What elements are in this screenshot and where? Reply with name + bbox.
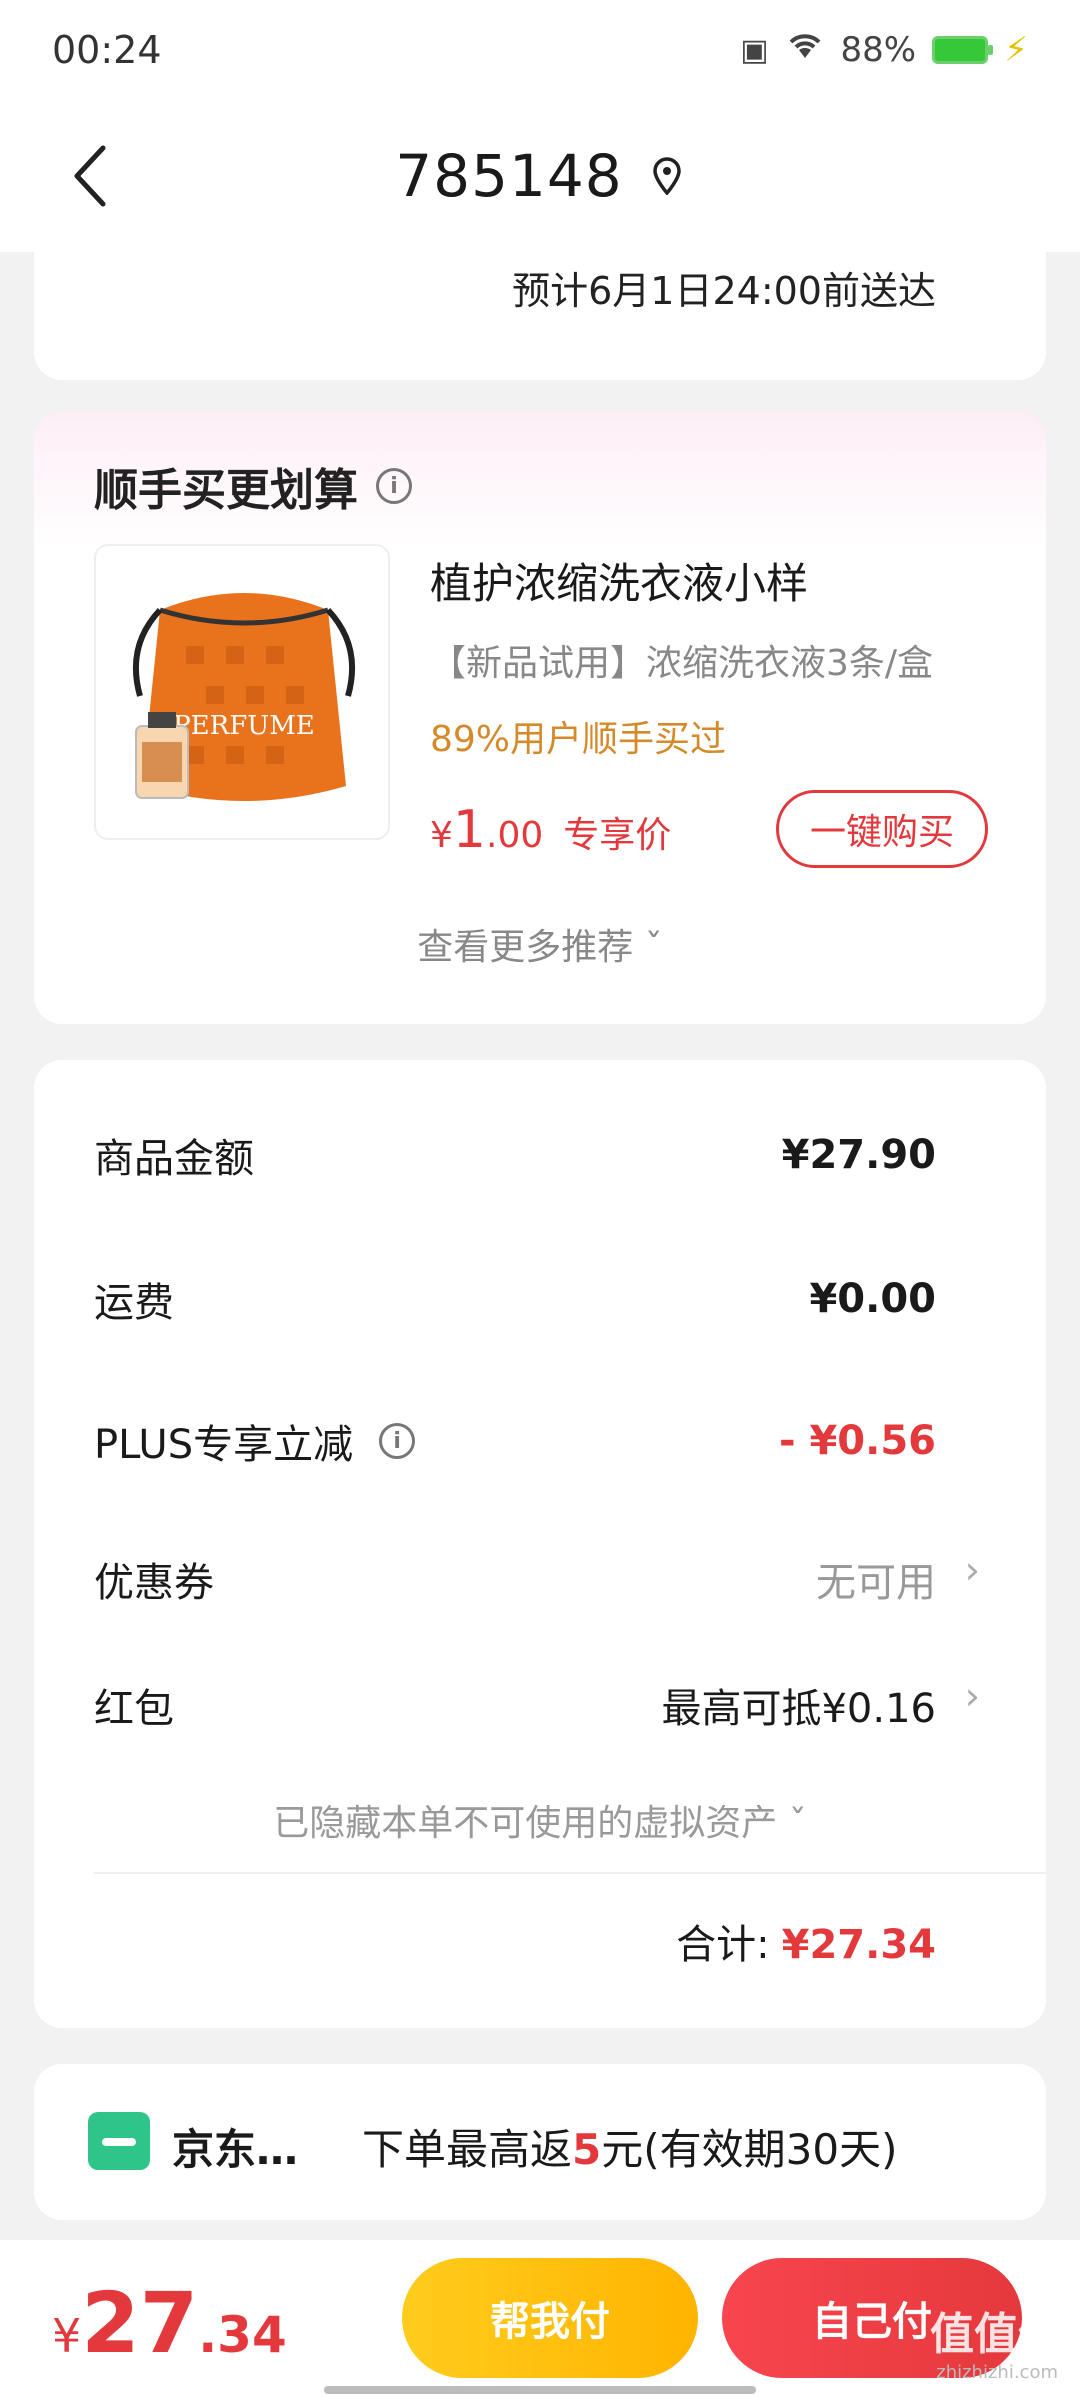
help-me-pay-button[interactable]: 帮我付 <box>402 2258 698 2378</box>
bottom-action-bar: ¥ 27 .34 帮我付 自己付 值值值 zhizhizhi.com <box>0 2240 1080 2400</box>
total-value: ¥27.34 <box>781 1922 936 1968</box>
back-button[interactable] <box>60 136 120 216</box>
total-row: 合计: ¥27.34 <box>676 1912 936 1970</box>
bottom-total-price: ¥ 27 .34 <box>52 2274 287 2372</box>
goods-amount-label: 商品金额 <box>94 1136 254 1182</box>
chevron-down-icon: ˇ <box>788 1803 807 1844</box>
delivery-card: 预计6月1日24:00前送达 <box>34 230 1046 380</box>
hidden-assets-toggle[interactable]: 已隐藏本单不可使用的虚拟资产 ˇ <box>34 1794 1046 1846</box>
promo-text-after: 元(有效期30天) <box>601 2125 898 2174</box>
product-image-label: PERFUME <box>173 711 315 741</box>
info-icon[interactable]: i <box>379 1423 416 1459</box>
coupon-value: 无可用 <box>816 1560 936 1606</box>
charging-icon: ⚡ <box>1004 30 1028 70</box>
wifi-icon <box>785 30 825 71</box>
wallet-icon <box>88 2112 150 2170</box>
more-recommendations-label: 查看更多推荐 <box>417 927 634 968</box>
one-click-buy-button[interactable]: 一键购买 <box>776 790 988 868</box>
recommendation-card: 顺手买更划算 i PERFUME 植护浓缩洗衣液小样 【新品试用】浓缩洗衣液3条… <box>34 412 1046 1024</box>
hidden-assets-label: 已隐藏本单不可使用的虚拟资产 <box>273 1803 778 1844</box>
promo-name: 京东… <box>172 2125 299 2174</box>
sim-off-icon: ▣ <box>740 32 769 68</box>
chevron-down-icon: ˇ <box>644 927 663 968</box>
status-icons: ▣ 88% ⚡ <box>740 30 1028 71</box>
battery-percent: 88% <box>840 30 917 70</box>
bottom-price-integer: 27 <box>81 2274 199 2372</box>
shipping-label: 运费 <box>94 1280 174 1326</box>
recommendation-title-text: 顺手买更划算 <box>94 465 358 516</box>
status-time: 00:24 <box>52 28 162 72</box>
product-social-proof: 89%用户顺手买过 <box>430 719 727 760</box>
goods-amount-row: 商品金额 ¥27.90 <box>94 1126 936 1184</box>
red-packet-row[interactable]: 红包 最高可抵¥0.16 <box>94 1676 936 1734</box>
promo-text: 下单最高返5元(有效期30天) <box>362 2116 897 2177</box>
plus-discount-label-wrap: PLUS专享立减 i <box>94 1412 416 1470</box>
coupon-label: 优惠券 <box>94 1560 214 1606</box>
order-summary-card: 商品金额 ¥27.90 运费 ¥0.00 PLUS专享立减 i - ¥0.56 … <box>34 1060 1046 2028</box>
price-integer: 1 <box>452 800 486 860</box>
location-pin-icon[interactable] <box>649 157 685 195</box>
total-label: 合计: <box>676 1922 770 1968</box>
red-packet-label: 红包 <box>94 1686 174 1732</box>
info-icon[interactable]: i <box>376 468 412 504</box>
product-price: ¥ 1 .00 专享价 <box>430 800 671 860</box>
goods-amount-value: ¥27.90 <box>781 1132 936 1178</box>
divider <box>94 1872 1046 1874</box>
promo-text-before: 下单最高返 <box>362 2125 573 2174</box>
bottom-price-symbol: ¥ <box>52 2309 82 2363</box>
promo-text-highlight: 5 <box>572 2125 602 2174</box>
product-name[interactable]: 植护浓缩洗衣液小样 <box>430 550 808 611</box>
watermark: 值值值 <box>930 2309 1062 2360</box>
plus-discount-value: - ¥0.56 <box>778 1418 936 1464</box>
price-tag: 专享价 <box>563 815 672 856</box>
back-arrow-icon <box>74 145 106 207</box>
status-bar: 00:24 ▣ 88% ⚡ <box>0 0 1080 100</box>
chevron-right-icon: › <box>964 1548 980 1592</box>
shipping-row: 运费 ¥0.00 <box>94 1270 936 1328</box>
home-indicator[interactable] <box>324 2386 756 2394</box>
recommendation-title: 顺手买更划算 i <box>94 454 412 518</box>
page-title: 785148 <box>395 142 623 210</box>
red-packet-value: 最高可抵¥0.16 <box>661 1686 936 1732</box>
product-description: 【新品试用】浓缩洗衣液3条/盒 <box>430 643 934 684</box>
price-symbol: ¥ <box>430 815 453 856</box>
plus-discount-row: PLUS专享立减 i - ¥0.56 <box>94 1412 936 1470</box>
chevron-right-icon: › <box>964 1674 980 1718</box>
product-image[interactable]: PERFUME <box>94 544 390 840</box>
price-decimal: .00 <box>486 815 544 856</box>
more-recommendations-link[interactable]: 查看更多推荐 ˇ <box>34 918 1046 970</box>
coupon-row[interactable]: 优惠券 无可用 <box>94 1550 936 1608</box>
promo-card[interactable]: 京东… 下单最高返5元(有效期30天) <box>34 2064 1046 2220</box>
bottom-price-decimal: .34 <box>198 2306 287 2364</box>
watermark-url: zhizhizhi.com <box>936 2362 1058 2383</box>
shipping-value: ¥0.00 <box>809 1276 936 1322</box>
plus-discount-label: PLUS专享立减 <box>94 1422 354 1468</box>
battery-icon <box>932 36 994 64</box>
delivery-estimate: 预计6月1日24:00前送达 <box>512 269 936 313</box>
